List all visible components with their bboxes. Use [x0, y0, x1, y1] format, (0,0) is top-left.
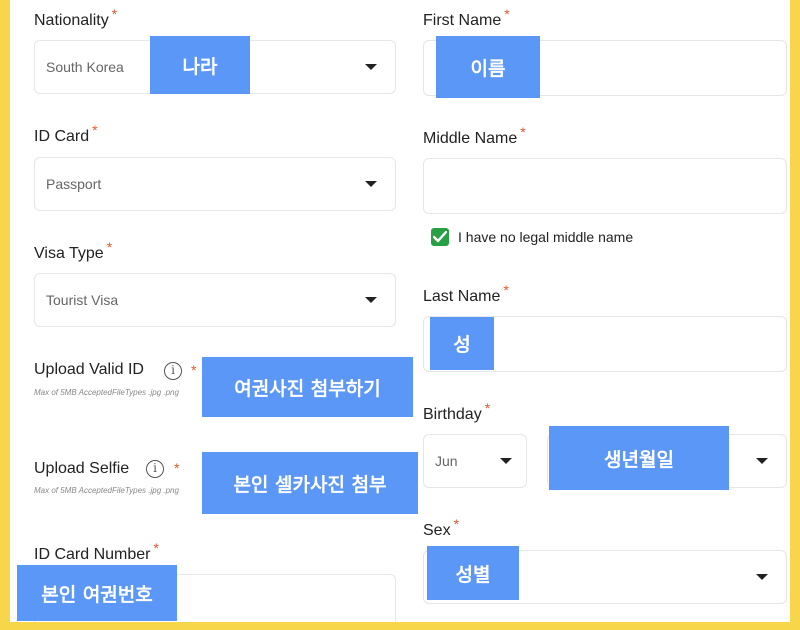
upload-selfie-hint: Max of 5MB AcceptedFileTypes .jpg .png: [34, 486, 179, 495]
id-card-label: ID Card *: [34, 122, 98, 146]
required-marker: *: [520, 124, 526, 140]
chevron-down-icon: [756, 458, 768, 464]
info-icon[interactable]: i: [146, 460, 164, 478]
required-marker: *: [503, 282, 509, 298]
last-name-overlay: 성: [430, 317, 494, 370]
required-marker: *: [174, 460, 180, 476]
first-name-label-text: First Name: [423, 12, 502, 29]
id-card-label-text: ID Card: [34, 128, 90, 145]
upload-id-label-text: Upload Valid ID: [34, 361, 144, 378]
first-name-label: First Name *: [423, 6, 510, 30]
nationality-label: Nationality *: [34, 6, 117, 30]
id-card-value: Passport: [46, 176, 102, 192]
upload-id-button[interactable]: 여권사진 첨부하기: [202, 357, 413, 417]
id-card-number-label-text: ID Card Number: [34, 546, 151, 563]
upload-selfie-button[interactable]: 본인 셀카사진 첨부: [202, 452, 418, 514]
visa-type-label-text: Visa Type: [34, 245, 104, 262]
sex-label: Sex *: [423, 516, 459, 540]
visa-type-select[interactable]: Tourist Visa: [34, 273, 396, 327]
last-name-label-text: Last Name: [423, 288, 501, 305]
sex-overlay: 성별: [427, 546, 519, 600]
chevron-down-icon: [365, 181, 377, 187]
upload-id-hint: Max of 5MB AcceptedFileTypes .jpg .png: [34, 388, 179, 397]
required-marker: *: [92, 122, 98, 138]
signup-form: Nationality * South Korea 나라 ID Card * Pas…: [10, 0, 790, 622]
id-card-select[interactable]: Passport: [34, 157, 396, 211]
visa-type-value: Tourist Visa: [46, 292, 119, 308]
birthday-month-value: Jun: [435, 453, 458, 469]
required-marker: *: [453, 516, 460, 532]
chevron-down-icon: [500, 458, 512, 464]
middle-name-input[interactable]: [423, 158, 787, 214]
birthday-label-text: Birthday: [423, 406, 482, 423]
no-middle-name-label: I have no legal middle name: [458, 229, 634, 245]
nationality-overlay: 나라: [150, 36, 250, 94]
visa-type-label: Visa Type *: [34, 239, 112, 263]
chevron-down-icon: [365, 297, 377, 303]
info-icon[interactable]: i: [164, 362, 182, 380]
required-marker: *: [111, 6, 118, 22]
required-marker: *: [504, 6, 510, 22]
middle-name-label-text: Middle Name: [423, 130, 518, 147]
middle-name-label: Middle Name *: [423, 124, 526, 148]
required-marker: *: [484, 400, 491, 416]
no-middle-name-checkbox[interactable]: [431, 228, 449, 246]
id-card-number-overlay: 본인 여권번호: [17, 565, 177, 621]
nationality-label-text: Nationality: [34, 12, 109, 29]
chevron-down-icon: [756, 574, 768, 580]
first-name-overlay: 이름: [436, 36, 540, 98]
upload-id-label: Upload Valid ID: [34, 361, 144, 379]
birthday-month-select[interactable]: Jun: [423, 434, 527, 488]
required-marker: *: [191, 362, 197, 378]
birthday-overlay: 생년월일: [549, 426, 729, 490]
checkmark-icon: [433, 231, 447, 243]
upload-selfie-label-text: Upload Selfie: [34, 460, 130, 477]
required-marker: *: [106, 239, 113, 255]
chevron-down-icon: [365, 64, 377, 70]
sex-label-text: Sex: [423, 522, 451, 539]
required-marker: *: [153, 540, 159, 556]
birthday-label: Birthday *: [423, 400, 490, 424]
upload-selfie-label: Upload Selfie: [34, 460, 129, 478]
last-name-label: Last Name *: [423, 282, 509, 306]
id-card-number-label: ID Card Number *: [34, 540, 159, 564]
nationality-value: South Korea: [46, 59, 124, 75]
